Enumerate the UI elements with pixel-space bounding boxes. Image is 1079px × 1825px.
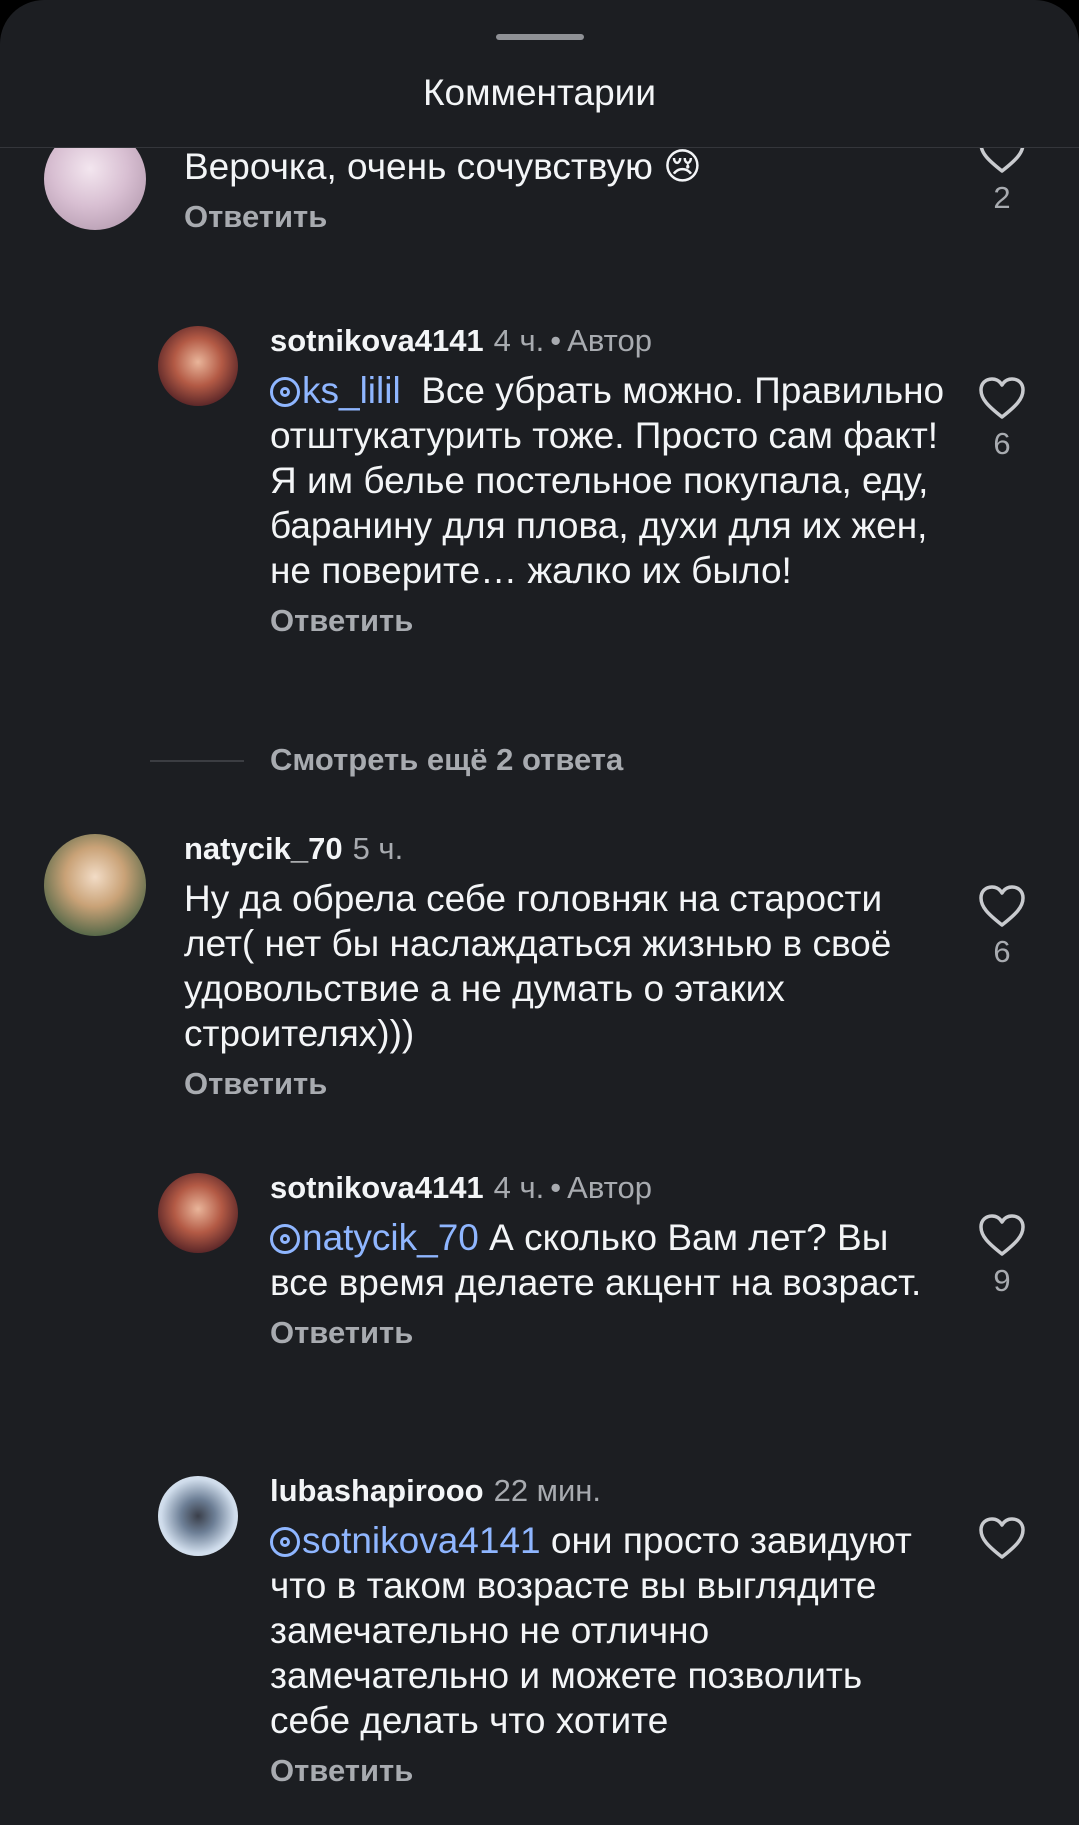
timestamp: 5 ч.: [352, 831, 404, 866]
comment-meta: sotnikova4141 4 ч. • Автор: [270, 323, 652, 358]
comment-body: sotnikova4141 4 ч. • Автор ks_lilil Все убр…: [270, 320, 950, 639]
heart-outline-icon: [979, 1517, 1025, 1559]
comment-text: Ну да обрела себе головняк на старости л…: [184, 878, 892, 1054]
heart-outline-icon: [979, 148, 1025, 173]
username[interactable]: sotnikova4141: [270, 323, 484, 358]
avatar[interactable]: [158, 1173, 238, 1253]
threads-at-icon: [270, 377, 300, 407]
avatar[interactable]: [158, 326, 238, 406]
mention-link[interactable]: ks_lilil: [270, 370, 401, 411]
reply-button[interactable]: Ответить: [184, 199, 944, 235]
like-count: 6: [993, 426, 1011, 461]
heart-outline-icon: [979, 885, 1025, 927]
comment-body: sotnikova4141 4 ч. • Автор natycik_70 А ско…: [270, 1167, 950, 1351]
author-badge: Автор: [567, 1170, 652, 1205]
reply-button[interactable]: Ответить: [270, 603, 950, 639]
username[interactable]: sotnikova4141: [270, 1170, 484, 1205]
like-button[interactable]: 6: [972, 884, 1032, 970]
comment-text: ks_lilil Все убрать можно. Правильно отш…: [270, 370, 945, 591]
view-more-label[interactable]: Смотреть ещё 2 ответа: [270, 738, 623, 782]
avatar[interactable]: [158, 1476, 238, 1556]
timestamp: 4 ч.: [493, 1170, 545, 1205]
author-badge: Автор: [567, 323, 652, 358]
avatar[interactable]: [44, 148, 146, 230]
comment-body: natycik_70 5 ч. Ну да обрела себе головня…: [184, 828, 944, 1102]
comment-meta: lubashapirooo 22 мин.: [270, 1470, 950, 1512]
heart-outline-icon: [979, 1214, 1025, 1256]
comment-body: Верочка, очень сочувствую 😢 Ответить: [184, 148, 944, 235]
like-button[interactable]: 2: [972, 148, 1032, 216]
comment-text: Верочка, очень сочувствую 😢: [184, 148, 702, 187]
avatar[interactable]: [44, 834, 146, 936]
comment-meta: sotnikova4141 4 ч. • Автор: [270, 1170, 652, 1205]
like-count: 6: [993, 934, 1011, 969]
username[interactable]: natycik_70: [184, 831, 343, 866]
mention-link[interactable]: sotnikova4141: [270, 1520, 541, 1561]
like-button[interactable]: [972, 1516, 1032, 1566]
drag-handle[interactable]: [496, 34, 584, 40]
comment-text: natycik_70 А сколько Вам лет? Вы все вре…: [270, 1217, 922, 1303]
comment-list[interactable]: Верочка, очень сочувствую 😢 Ответить 2 s…: [0, 148, 1079, 1825]
reply-button[interactable]: Ответить: [184, 1066, 944, 1102]
like-count: 2: [993, 180, 1011, 215]
username[interactable]: lubashapirooo: [270, 1473, 484, 1508]
timestamp: 22 мин.: [493, 1473, 602, 1508]
reply-button[interactable]: Ответить: [270, 1315, 950, 1351]
threads-at-icon: [270, 1527, 300, 1557]
comment-text: sotnikova4141 они просто завидуют что в …: [270, 1520, 912, 1741]
like-count: 9: [993, 1263, 1011, 1298]
timestamp: 4 ч.: [493, 323, 545, 358]
comments-sheet: Комментарии Верочка, очень сочувствую 😢 …: [0, 0, 1079, 1825]
divider-line: [150, 760, 244, 762]
like-button[interactable]: 6: [972, 376, 1032, 462]
comment-body: lubashapirooo 22 мин. sotnikova4141 они п…: [270, 1470, 950, 1789]
comment-meta: natycik_70 5 ч.: [184, 828, 944, 870]
sheet-title: Комментарии: [422, 72, 657, 113]
view-more-replies[interactable]: Смотреть ещё 2 ответа: [150, 738, 950, 782]
like-button[interactable]: 9: [972, 1213, 1032, 1299]
reply-button[interactable]: Ответить: [270, 1753, 950, 1789]
heart-outline-icon: [979, 377, 1025, 419]
mention-link[interactable]: natycik_70: [270, 1217, 479, 1258]
threads-at-icon: [270, 1224, 300, 1254]
